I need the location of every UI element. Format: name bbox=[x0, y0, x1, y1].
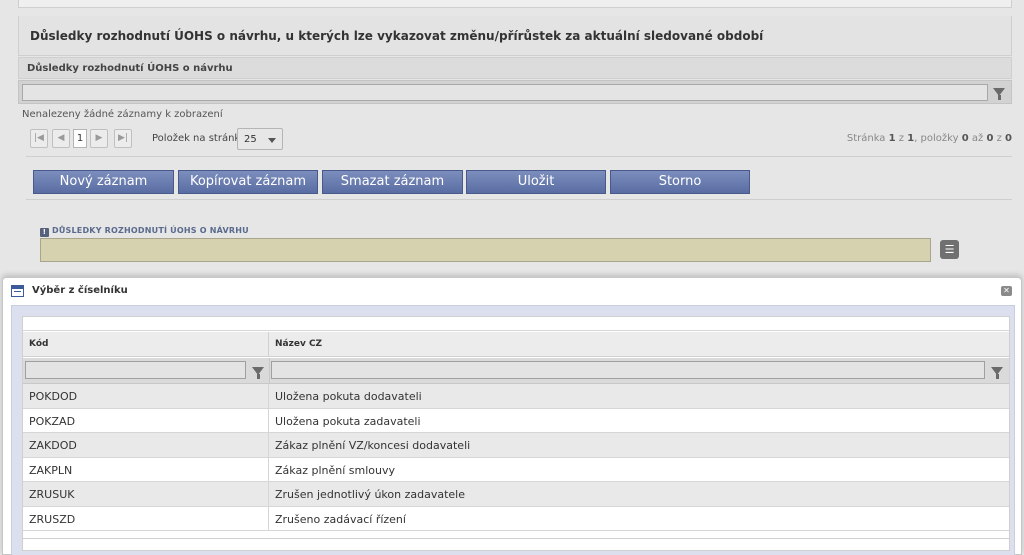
list-icon[interactable]: ☰ bbox=[940, 240, 959, 259]
prev-page-icon[interactable]: ◀ bbox=[52, 129, 70, 148]
grid-bottom-bar bbox=[23, 538, 1009, 550]
cell-code-text: POKZAD bbox=[29, 414, 76, 428]
grid-filter-input[interactable] bbox=[22, 84, 988, 101]
pager-info: Stránka 1 z 1, položky 0 až 0 z 0 bbox=[847, 133, 1012, 144]
pager-info-count: 0 bbox=[1005, 133, 1012, 144]
pager-info-prefix: Stránka bbox=[846, 133, 886, 144]
table-row[interactable]: POKZAD Uložena pokuta zadavateli bbox=[23, 408, 1009, 433]
section-header: Důsledky rozhodnutí ÚOHS o návrhu, u kte… bbox=[18, 16, 1012, 56]
codebook-dialog: Výběr z číselníku ✕ Kód Název CZ POKDOD bbox=[2, 277, 1022, 555]
pager: |◀ ◀ 1 ▶ ▶| Položek na stránku 25 Stránk… bbox=[26, 127, 1012, 151]
divider bbox=[26, 199, 1012, 200]
grid-header: Důsledky rozhodnutí ÚOHS o návrhu bbox=[18, 57, 1012, 79]
filter-funnel-icon[interactable] bbox=[991, 367, 1003, 379]
close-icon[interactable]: ✕ bbox=[1001, 286, 1012, 296]
cell-code-text: ZRUSZD bbox=[29, 512, 76, 526]
first-page-icon[interactable]: |◀ bbox=[30, 129, 48, 148]
filter-funnel-icon[interactable] bbox=[993, 88, 1005, 100]
cell-code: ZAKDOD bbox=[23, 433, 269, 457]
name-filter-input[interactable] bbox=[271, 361, 985, 379]
empty-message: Nenalezeny žádné záznamy k zobrazení bbox=[22, 109, 223, 120]
table-row[interactable]: ZAKPLN Zákaz plnění smlouvy bbox=[23, 457, 1009, 482]
cell-code: ZAKPLN bbox=[23, 457, 269, 481]
pager-info-of: z bbox=[898, 133, 905, 144]
cell-name: Zrušeno zadávací řízení bbox=[275, 512, 406, 526]
table-row[interactable]: ZRUSUK Zrušen jednotlivý úkon zadavatele bbox=[23, 482, 1009, 507]
column-header-name[interactable]: Název CZ bbox=[275, 339, 322, 349]
grid-filter-row bbox=[23, 358, 1009, 384]
pager-info-to: 0 bbox=[986, 133, 994, 144]
pager-info-of2: z bbox=[996, 133, 1002, 144]
filter-funnel-icon[interactable] bbox=[252, 367, 264, 379]
cell-name: Zrušen jednotlivý úkon zadavatele bbox=[275, 488, 465, 501]
cell-code-text: ZAKDOD bbox=[29, 439, 77, 452]
pager-info-from: 0 bbox=[961, 133, 969, 144]
cell-code: ZRUSUK bbox=[23, 482, 269, 506]
column-header-code[interactable]: Kód bbox=[23, 332, 269, 356]
consequence-field[interactable] bbox=[40, 238, 931, 262]
per-page-select[interactable]: 25 bbox=[237, 128, 283, 150]
delete-record-button[interactable]: Smazat záznam bbox=[322, 170, 463, 194]
cell-code: POKDOD bbox=[23, 384, 269, 408]
copy-record-button[interactable]: Kopírovat záznam bbox=[178, 170, 318, 194]
cell-name: Zákaz plnění VZ/koncesi dodavateli bbox=[275, 439, 471, 452]
cell-code-text: ZAKPLN bbox=[29, 463, 73, 477]
last-page-icon[interactable]: ▶| bbox=[114, 129, 132, 148]
dialog-title: Výběr z číselníku bbox=[32, 285, 128, 296]
per-page-label: Položek na stránku bbox=[152, 133, 247, 144]
per-page-value: 25 bbox=[244, 134, 257, 145]
cell-code-text: ZRUSUK bbox=[29, 488, 75, 501]
code-filter-input[interactable] bbox=[25, 361, 246, 379]
cell-code-text: POKDOD bbox=[29, 390, 78, 403]
field-label-text: DŮSLEDKY ROZHODNUTÍ ÚOHS O NÁVRHU bbox=[52, 226, 249, 235]
window-icon bbox=[11, 285, 24, 297]
column-header-code-label: Kód bbox=[29, 339, 49, 349]
cell-name: Uložena pokuta zadavateli bbox=[275, 414, 421, 428]
chevron-down-icon bbox=[268, 138, 276, 143]
new-record-button[interactable]: Nový záznam bbox=[33, 170, 174, 194]
cell-code: ZRUSZD bbox=[23, 506, 269, 530]
top-band bbox=[18, 0, 1012, 8]
field-label: ! DŮSLEDKY ROZHODNUTÍ ÚOHS O NÁVRHU bbox=[40, 226, 249, 237]
grid-filter-row bbox=[18, 80, 1012, 104]
dialog-body: Kód Název CZ POKDOD Uložena pokuta dodav… bbox=[11, 305, 1015, 555]
table-row[interactable]: ZRUSZD Zrušeno zadávací řízení bbox=[23, 506, 1009, 531]
column-divider bbox=[269, 358, 270, 384]
cell-name: Uložena pokuta dodavateli bbox=[275, 390, 422, 403]
grid-rows: POKDOD Uložena pokuta dodavateli POKZAD … bbox=[23, 384, 1009, 531]
cancel-button[interactable]: Storno bbox=[610, 170, 750, 194]
required-icon: ! bbox=[40, 228, 49, 237]
grid-top-bar bbox=[23, 317, 1009, 331]
section-title: Důsledky rozhodnutí ÚOHS o návrhu, u kte… bbox=[30, 29, 764, 43]
next-page-icon[interactable]: ▶ bbox=[90, 129, 108, 148]
codebook-grid: Kód Název CZ POKDOD Uložena pokuta dodav… bbox=[22, 316, 1010, 551]
cell-code: POKZAD bbox=[23, 408, 269, 432]
cell-name: Zákaz plnění smlouvy bbox=[275, 463, 395, 477]
divider bbox=[26, 156, 1012, 157]
grid-column-header[interactable]: Důsledky rozhodnutí ÚOHS o návrhu bbox=[27, 63, 233, 74]
pager-info-items: , položky bbox=[914, 133, 959, 144]
grid-header-row: Kód Název CZ bbox=[23, 332, 1009, 357]
pager-info-to-word: až bbox=[971, 133, 984, 144]
table-row[interactable]: POKDOD Uložena pokuta dodavateli bbox=[23, 384, 1009, 409]
page-number-input[interactable]: 1 bbox=[73, 129, 87, 148]
pager-info-page: 1 bbox=[888, 133, 896, 144]
table-row[interactable]: ZAKDOD Zákaz plnění VZ/koncesi dodavatel… bbox=[23, 433, 1009, 458]
save-button[interactable]: Uložit bbox=[466, 170, 606, 194]
